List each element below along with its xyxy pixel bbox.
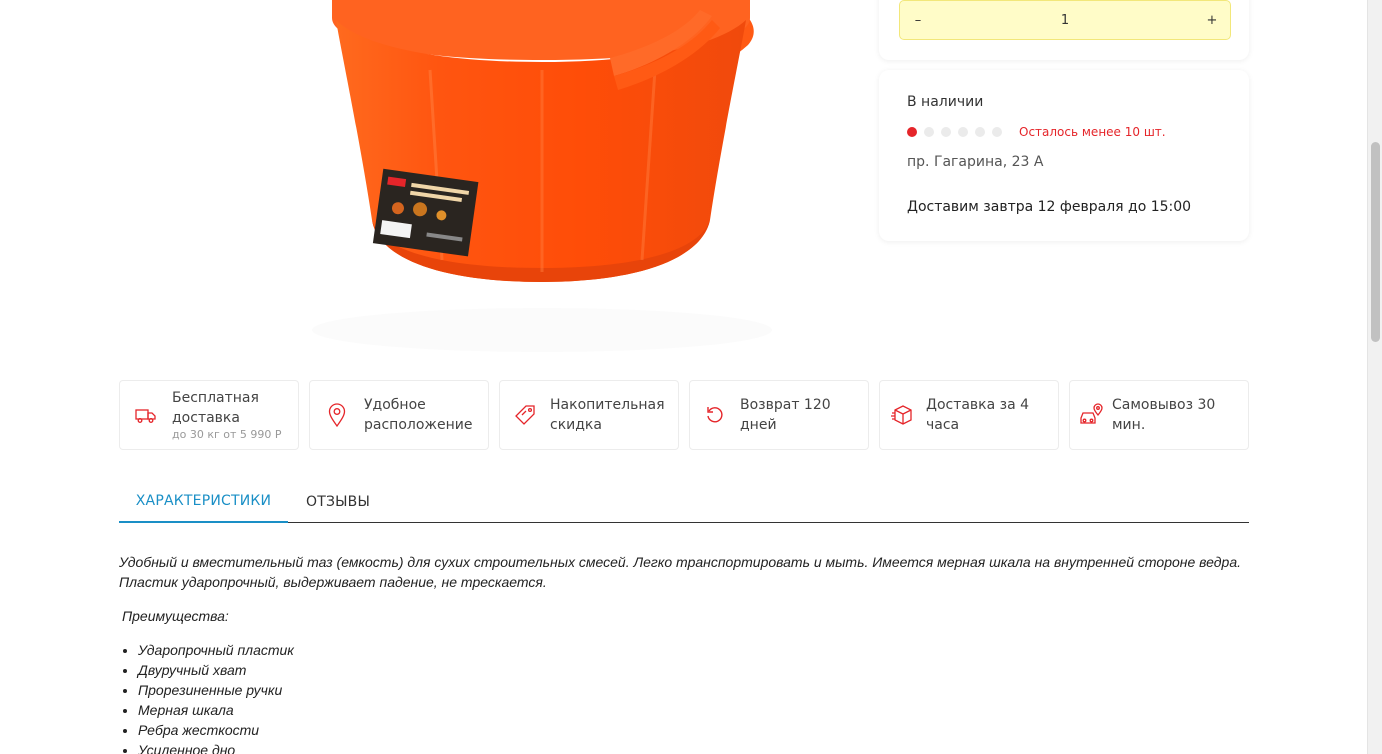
store-address: пр. Гагарина, 23 А xyxy=(907,154,1044,170)
product-image xyxy=(280,0,800,355)
list-item: Двуручный хват xyxy=(138,660,1254,680)
return-arrow-icon xyxy=(690,406,740,424)
stock-level-dot xyxy=(992,127,1002,137)
benefit-free-delivery[interactable]: Бесплатная доставка до 30 кг от 5 990 Р xyxy=(119,380,299,450)
list-item: Мерная шкала xyxy=(138,700,1254,720)
product-tabs: ХАРАКТЕРИСТИКИ ОТЗЫВЫ xyxy=(119,481,1249,523)
scrollbar-thumb[interactable] xyxy=(1371,142,1380,342)
benefits-row: Бесплатная доставка до 30 кг от 5 990 Р … xyxy=(119,380,1249,450)
list-item: Прорезиненные ручки xyxy=(138,680,1254,700)
stock-level-dot xyxy=(958,127,968,137)
stock-level-dot xyxy=(975,127,985,137)
list-item: Ударопрочный пластик xyxy=(138,640,1254,660)
tab-characteristics[interactable]: ХАРАКТЕРИСТИКИ xyxy=(119,481,288,523)
benefit-fast-delivery[interactable]: Доставка за 4 часа xyxy=(879,380,1059,450)
stock-remaining-note: Осталось менее 10 шт. xyxy=(1019,125,1166,139)
box-icon xyxy=(880,405,926,425)
product-label xyxy=(372,168,479,257)
quantity-stepper: – + xyxy=(899,0,1231,40)
benefit-label: Накопительная скидка xyxy=(550,397,665,433)
benefit-sublabel: до 30 кг от 5 990 Р xyxy=(172,428,282,441)
decrease-quantity-button[interactable]: – xyxy=(901,1,935,39)
benefit-location[interactable]: Удобное расположение xyxy=(309,380,489,450)
benefit-return[interactable]: Возврат 120 дней xyxy=(689,380,869,450)
benefit-label: Самовывоз 30 мин. xyxy=(1112,397,1216,433)
car-pin-icon xyxy=(1070,403,1112,427)
availability-title: В наличии xyxy=(907,94,984,110)
delivery-estimate: Доставим завтра 12 февраля до 15:00 xyxy=(907,199,1192,215)
product-description: Удобный и вместительный таз (емкость) дл… xyxy=(119,552,1254,754)
benefit-label: Удобное расположение xyxy=(364,397,473,433)
benefit-label: Доставка за 4 часа xyxy=(926,397,1030,433)
quantity-card: – + xyxy=(879,0,1249,60)
bucket-illustration xyxy=(312,0,772,352)
quantity-input[interactable] xyxy=(940,1,1190,39)
map-pin-icon xyxy=(310,403,364,427)
advantages-title: Преимущества: xyxy=(122,608,229,624)
stock-level-dot xyxy=(907,127,917,137)
list-item: Ребра жесткости xyxy=(138,720,1254,740)
discount-tag-icon xyxy=(500,404,550,426)
increase-quantity-button[interactable]: + xyxy=(1195,1,1229,39)
tab-reviews[interactable]: ОТЗЫВЫ xyxy=(288,481,388,523)
stock-level-indicator xyxy=(907,127,1002,137)
truck-icon xyxy=(120,406,172,424)
benefit-discount[interactable]: Накопительная скидка xyxy=(499,380,679,450)
list-item: Усиленное дно xyxy=(138,740,1254,754)
benefit-label: Возврат 120 дней xyxy=(740,397,831,433)
advantages-list: Ударопрочный пластик Двуручный хват Прор… xyxy=(119,640,1254,754)
benefit-pickup[interactable]: Самовывоз 30 мин. xyxy=(1069,380,1249,450)
availability-card: В наличии Осталось менее 10 шт. пр. Гага… xyxy=(879,70,1249,241)
page-scrollbar[interactable] xyxy=(1367,0,1382,754)
stock-level-dot xyxy=(941,127,951,137)
benefit-label: Бесплатная доставка xyxy=(172,390,259,426)
stock-level-dot xyxy=(924,127,934,137)
description-text: Удобный и вместительный таз (емкость) дл… xyxy=(119,554,1241,590)
